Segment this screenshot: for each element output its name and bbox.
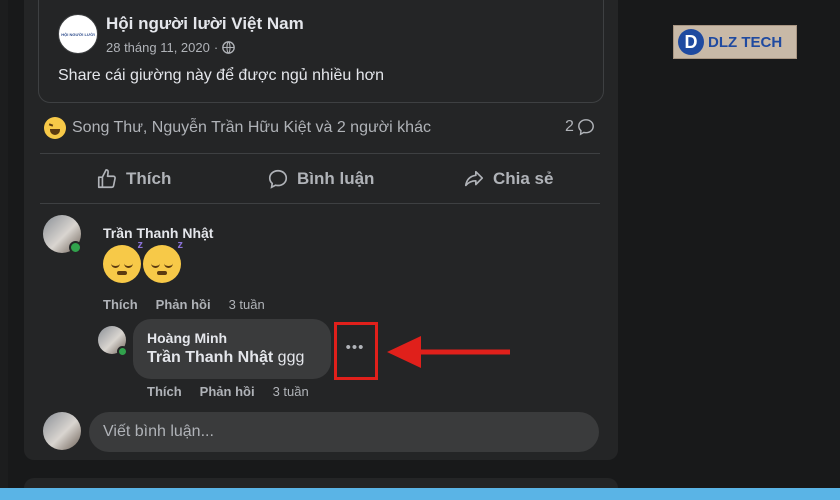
reply-message: ggg [273, 349, 305, 366]
watermark-logo: D DLZ TECH [673, 25, 797, 59]
composer-avatar[interactable] [43, 412, 81, 450]
like-label: Thích [126, 169, 172, 188]
reaction-summary[interactable]: Song Thư, Nguyễn Trần Hữu Kiệt và 2 ngườ… [44, 117, 431, 139]
comment-bubble-icon [577, 119, 594, 136]
reply-author[interactable]: Hoàng Minh [147, 330, 227, 346]
reply-actions: Thích Phản hồi 3 tuần [147, 384, 327, 399]
post-date[interactable]: 28 tháng 11, 2020 [106, 40, 210, 55]
online-indicator [117, 346, 128, 357]
comment-count[interactable]: 2 [565, 118, 595, 136]
comment-like-link[interactable]: Thích [103, 297, 138, 312]
comment-count-number: 2 [565, 118, 574, 135]
comment-author[interactable]: Trần Thanh Nhật [103, 225, 213, 241]
divider-top [40, 153, 600, 154]
annotation-arrow-icon [387, 336, 510, 368]
comment-reply-link[interactable]: Phản hồi [156, 297, 211, 312]
left-panel-edge [0, 0, 8, 500]
meta-separator: · [213, 40, 219, 55]
shared-post-text: Share cái giường này để được ngủ nhiều h… [58, 67, 384, 84]
reply-time[interactable]: 3 tuần [273, 384, 309, 399]
comment-label: Bình luận [297, 169, 375, 188]
post-meta: 28 tháng 11, 2020 · [106, 40, 236, 55]
haha-icon [44, 117, 66, 139]
group-name[interactable]: Hội người lười Việt Nam [106, 14, 304, 34]
online-indicator [69, 241, 82, 254]
reply-text: Trần Thanh Nhật ggg [147, 349, 304, 367]
sleeping-face-icon: z [143, 239, 183, 283]
share-icon [464, 170, 484, 187]
comment-button[interactable]: Bình luận [267, 164, 374, 194]
reaction-names[interactable]: Song Thư, Nguyễn Trần Hữu Kiệt và 2 ngườ… [72, 119, 431, 137]
share-button[interactable]: Chia sẻ [463, 164, 553, 194]
bottom-border-strip [0, 488, 840, 500]
comment-icon [268, 169, 288, 189]
sleeping-face-icon: z [103, 239, 143, 283]
annotation-highlight-box [334, 322, 378, 380]
comment-actions: Thích Phản hồi 3 tuần [103, 297, 283, 312]
reply-mention[interactable]: Trần Thanh Nhật [147, 349, 273, 366]
share-label: Chia sẻ [493, 169, 554, 188]
like-button[interactable]: Thích [96, 164, 171, 194]
thumbs-up-icon [97, 169, 116, 189]
logo-text: DLZ TECH [708, 33, 783, 51]
reply-reply-link[interactable]: Phản hồi [200, 384, 255, 399]
comment-input[interactable] [89, 412, 599, 452]
globe-icon [222, 41, 236, 54]
group-avatar[interactable]: HỘI NGƯỜI LƯỜI [58, 14, 98, 54]
comment-time[interactable]: 3 tuần [229, 297, 265, 312]
comment-body: z z [103, 239, 183, 283]
divider-bottom [40, 203, 600, 204]
logo-mark-icon: D [678, 29, 704, 55]
group-avatar-text: HỘI NGƯỜI LƯỜI [61, 31, 95, 37]
reply-like-link[interactable]: Thích [147, 384, 182, 399]
